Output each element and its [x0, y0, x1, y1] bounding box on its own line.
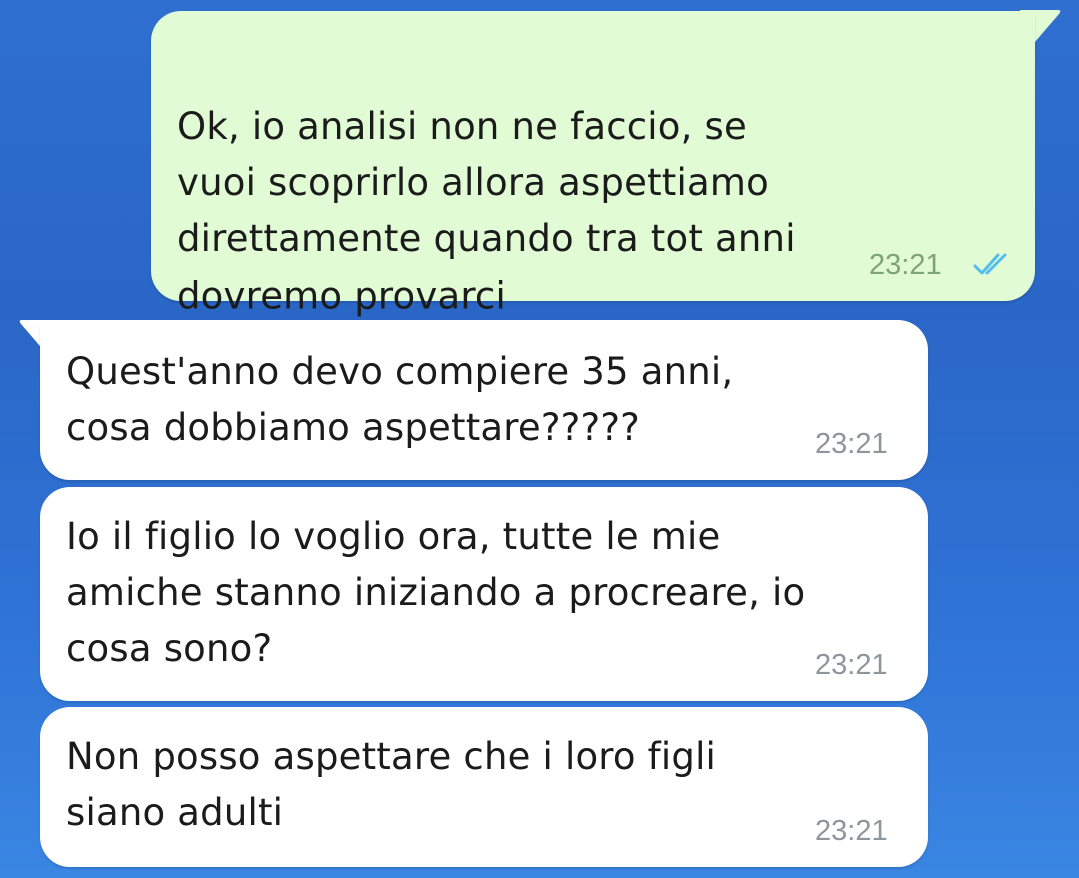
chat-conversation: Ok, io analisi non ne faccio, se vuoi sc… [0, 0, 1079, 878]
message-time: 23:21 [815, 649, 888, 681]
read-receipt-icon [973, 253, 1007, 275]
message-bubble-incoming[interactable]: Quest'anno devo compiere 35 anni, cosa d… [40, 320, 928, 480]
message-text: Non posso aspettare che i loro figli sia… [66, 735, 717, 834]
message-bubble-incoming[interactable]: Io il figlio lo voglio ora, tutte le mie… [40, 487, 928, 701]
message-bubble-incoming[interactable]: Non posso aspettare che i loro figli sia… [40, 707, 928, 867]
message-text: Io il figlio lo voglio ora, tutte le mie… [66, 515, 806, 670]
winking-face-icon [514, 263, 576, 379]
message-text: Quest'anno devo compiere 35 anni, cosa d… [66, 350, 734, 449]
message-text-content: Ok, io analisi non ne faccio, se vuoi sc… [177, 105, 796, 318]
message-time: 23:21 [815, 428, 888, 460]
message-time: 23:21 [815, 815, 888, 847]
message-text: Ok, io analisi non ne faccio, se vuoi sc… [177, 43, 937, 379]
message-bubble-outgoing[interactable]: Ok, io analisi non ne faccio, se vuoi sc… [151, 11, 1035, 379]
message-time: 23:21 [869, 249, 942, 281]
